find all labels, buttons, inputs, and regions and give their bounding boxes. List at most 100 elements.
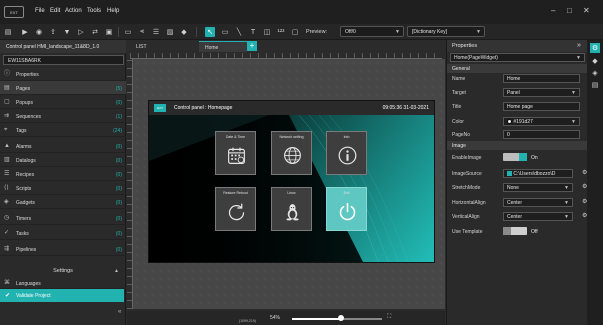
zoom-slider[interactable]	[292, 315, 382, 321]
pages-icon: ▤	[4, 85, 10, 91]
sidebar-item-properties[interactable]: ⓘ Properties	[0, 67, 126, 81]
color-field[interactable]: #191d27 ▼	[503, 117, 580, 126]
tile-network-setting[interactable]: Network setting	[271, 131, 312, 175]
field-icon[interactable]: ¹²³	[276, 27, 286, 37]
minimize-icon[interactable]: –	[551, 6, 555, 15]
hmi-logo: EXT	[154, 104, 166, 112]
close-icon[interactable]: ✕	[583, 6, 590, 15]
project-title: Control panel HMI_landscape_11&8D_1.0	[0, 40, 126, 53]
connect-icon[interactable]: ⇄	[90, 27, 100, 37]
halign-value: Center	[507, 200, 523, 206]
tab-home[interactable]: Home	[199, 41, 247, 52]
expand-panel-icon[interactable]: »	[577, 42, 581, 49]
library-icon[interactable]: ▤	[590, 80, 600, 90]
sidebar-item-count: (0)	[115, 172, 122, 178]
menu-tools[interactable]: Tools	[87, 8, 101, 14]
pointer-icon[interactable]: ↖	[205, 27, 215, 37]
dictionary-select[interactable]: [Dictionary Key] ▼	[407, 26, 485, 37]
device-icon[interactable]: ▣	[104, 27, 114, 37]
check-icon: ✔	[5, 293, 11, 299]
sidebar-item-recipes[interactable]: ☰ Recipes (0)	[0, 167, 126, 181]
tile-restore-reboot[interactable]: Restore Reboot	[215, 187, 256, 231]
target-select[interactable]: Panel ▼	[503, 88, 580, 97]
tab-list[interactable]: LIST	[130, 41, 153, 52]
sidebar-item-pipelines[interactable]: ⇶ Pipelines (0)	[0, 242, 126, 256]
valign-select[interactable]: Center ▼	[503, 212, 573, 221]
toggle-knob	[519, 153, 527, 161]
enable-image-toggle[interactable]	[503, 153, 527, 161]
sidebar-item-label: Tasks	[16, 231, 29, 237]
window-icon[interactable]: ▭	[123, 27, 133, 37]
use-template-toggle[interactable]	[503, 227, 527, 235]
sidebar-item-label: Datalogs	[16, 158, 36, 164]
align-center-icon[interactable]: ☰	[151, 27, 161, 37]
image-thumb-icon	[507, 171, 512, 176]
preview-label: Preview:	[306, 29, 328, 35]
image-icon[interactable]: ▨	[165, 27, 175, 37]
sidebar-item-tasks[interactable]: ✓ Tasks (0)	[0, 226, 126, 240]
sidebar-item-count: (0)	[115, 231, 122, 237]
zoom-slider-handle[interactable]	[337, 315, 344, 321]
simulate-icon[interactable]: ▷	[76, 27, 86, 37]
sidebar-item-pages[interactable]: ▤ Pages (5)	[0, 81, 126, 95]
stretch-select[interactable]: None ▼	[503, 183, 573, 192]
section-image[interactable]: Image	[447, 141, 588, 150]
pageno-field[interactable]: 0	[503, 130, 580, 139]
title-field[interactable]: Home page	[503, 102, 580, 111]
tile-date-time[interactable]: Date & Time	[215, 131, 256, 175]
line-icon[interactable]: ╲	[234, 27, 244, 37]
run-icon[interactable]: ▶	[20, 27, 30, 37]
properties-icon[interactable]: ⚙	[590, 43, 600, 53]
hmi-title: Control panel : Homepage	[174, 105, 233, 111]
menu-file[interactable]: File	[35, 8, 45, 14]
preview-select[interactable]: Off/0 ▼	[340, 26, 404, 37]
sidebar-item-label: Tags	[16, 128, 27, 134]
sidebar-item-popups[interactable]: ▢ Popups (0)	[0, 95, 126, 109]
menu-help[interactable]: Help	[107, 8, 119, 14]
sidebar-item-tags[interactable]: ⌖ Tags (24)	[0, 123, 126, 137]
text-icon[interactable]: T	[248, 27, 258, 37]
menu-action[interactable]: Action	[65, 8, 82, 14]
validate-project-button[interactable]: ✔ Validate Project	[0, 289, 124, 302]
widget-icon[interactable]: ▢	[290, 27, 300, 37]
sidebar-item-languages[interactable]: ⌘ Languages	[0, 278, 126, 289]
sidebar-item-sequences[interactable]: ⇉ Sequences (1)	[0, 109, 126, 123]
widget-selector[interactable]: Home(PageWidget) ▼	[450, 53, 585, 62]
save-icon[interactable]: ▤	[3, 27, 13, 37]
halign-select[interactable]: Center ▼	[503, 198, 573, 207]
align-left-icon[interactable]: ⫷	[137, 27, 147, 37]
layer-icon[interactable]: ◆	[179, 27, 189, 37]
name-field[interactable]: Home	[503, 74, 580, 83]
menu-edit[interactable]: Edit	[50, 8, 60, 14]
sidebar-item-alarms[interactable]: ▲ Alarms (0)	[0, 139, 126, 153]
app-logo: EXT	[4, 6, 24, 18]
toolbar-divider	[118, 27, 119, 37]
settings-header[interactable]: Settings	[0, 265, 126, 277]
maximize-icon[interactable]: □	[567, 6, 572, 15]
sidebar-item-scripts[interactable]: ⟨⟩ Scripts (0)	[0, 181, 126, 195]
device-select[interactable]: EW11SBA6RK	[3, 55, 124, 65]
section-general[interactable]: General	[447, 64, 588, 73]
download-icon[interactable]: ▼	[62, 27, 72, 37]
fit-to-screen-icon[interactable]: ⛶	[387, 314, 391, 321]
objects-icon[interactable]: ◈	[590, 68, 600, 78]
button-icon[interactable]: ◫	[262, 27, 272, 37]
rectangle-icon[interactable]: ▭	[220, 27, 230, 37]
collapse-icon[interactable]: «	[118, 309, 121, 315]
image-source-field[interactable]: C:\Users\dbozzo\D	[503, 169, 573, 178]
debug-icon[interactable]: ◉	[34, 27, 44, 37]
hmi-clock: 09:05:36 31-03-2021	[382, 105, 429, 111]
sidebar-item-timers[interactable]: ◷ Timers (0)	[0, 211, 126, 225]
chevron-up-icon[interactable]: ▲	[114, 268, 119, 274]
tile-linux[interactable]: Linux	[271, 187, 312, 231]
sidebar-item-count: (0)	[115, 247, 122, 253]
tile-info[interactable]: Info	[326, 131, 367, 175]
status-bar: (1099,219) 54% ⛶	[127, 311, 445, 325]
sidebar-item-datalogs[interactable]: ▥ Datalogs (0)	[0, 153, 126, 167]
hmi-page-preview[interactable]: EXT Control panel : Homepage 09:05:36 31…	[148, 100, 435, 263]
upload-icon[interactable]: ⇪	[48, 27, 58, 37]
add-tab-button[interactable]: +	[247, 41, 257, 51]
sidebar-item-gadgets[interactable]: ◈ Gadgets (0)	[0, 195, 126, 209]
tile-exit[interactable]: Exit	[326, 187, 367, 231]
layers-icon[interactable]: ◆	[590, 56, 600, 66]
